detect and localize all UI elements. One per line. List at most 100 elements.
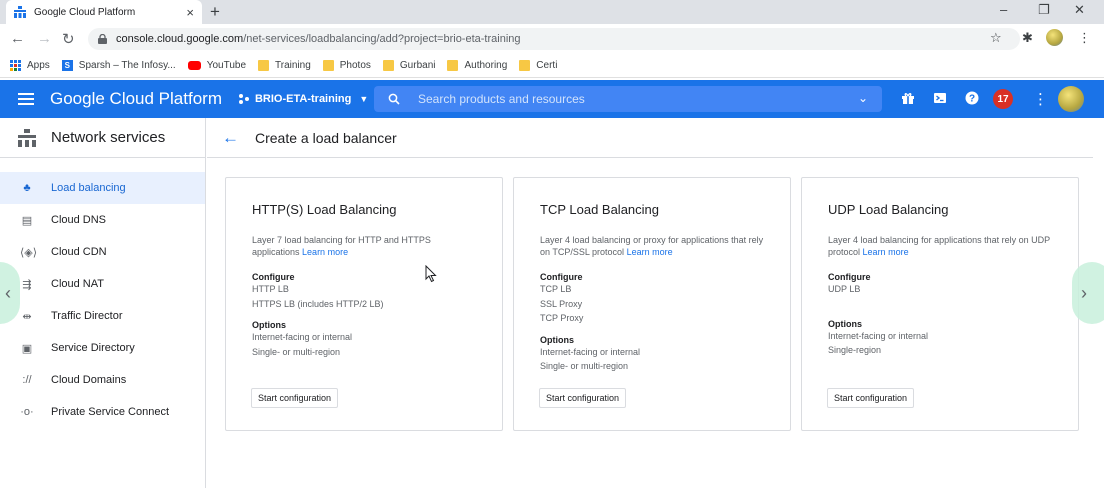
bookmark-photos[interactable]: Photos — [322, 60, 371, 71]
browser-menu-icon[interactable]: ⋮ — [1078, 30, 1091, 46]
minimize-icon[interactable]: – — [1000, 2, 1007, 17]
sidebar-item-cloud-domains[interactable]: :// Cloud Domains — [0, 364, 205, 396]
configure-heading: Configure — [252, 272, 295, 282]
browser-tab-bar: Google Cloud Platform × + – ❐ ✕ — [0, 0, 1104, 24]
browser-tab[interactable]: Google Cloud Platform × — [6, 0, 202, 24]
configure-heading: Configure — [540, 272, 583, 282]
extensions-icon[interactable]: ✱ — [1022, 30, 1033, 46]
gcp-title[interactable]: Google Cloud Platform — [50, 89, 222, 109]
sidebar-item-load-balancing[interactable]: ♣ Load balancing — [0, 172, 205, 204]
bookmark-star-icon[interactable]: ☆ — [990, 30, 1002, 46]
sidebar-item-cloud-nat[interactable]: ⇶ Cloud NAT — [0, 268, 205, 300]
back-nav-icon[interactable]: ← — [10, 30, 25, 47]
search-icon — [388, 93, 400, 105]
card-description: Layer 4 load balancing for applications … — [828, 234, 1052, 264]
configure-item: HTTPS LB (includes HTTP/2 LB) — [252, 298, 384, 309]
sidebar-item-service-directory[interactable]: ▣ Service Directory — [0, 332, 205, 364]
notifications-badge[interactable]: 17 — [993, 89, 1013, 109]
bookmark-authoring[interactable]: Authoring — [447, 60, 507, 71]
apps-grid-icon — [10, 60, 21, 71]
cdn-icon: ⟨◈⟩ — [20, 246, 38, 259]
bookmark-label: Training — [275, 60, 311, 71]
option-item: Single- or multi-region — [252, 346, 341, 357]
search-input[interactable]: Search products and resources ⌄ — [374, 86, 882, 112]
folder-icon — [258, 60, 269, 71]
reload-icon[interactable]: ↻ — [62, 30, 75, 48]
sidebar-item-label: Cloud DNS — [51, 214, 107, 226]
next-page-arrow-icon[interactable]: › — [1072, 262, 1104, 324]
network-services-icon — [18, 128, 36, 147]
sidebar-item-label: Cloud CDN — [51, 246, 107, 258]
tab-close-icon[interactable]: × — [186, 5, 194, 20]
url-host: console.cloud.google.com — [116, 33, 244, 45]
options-heading: Options — [828, 318, 862, 329]
sidebar-item-cloud-cdn[interactable]: ⟨◈⟩ Cloud CDN — [0, 236, 205, 268]
help-icon[interactable]: ? — [965, 91, 979, 105]
search-expand-icon[interactable]: ⌄ — [858, 91, 868, 105]
configure-item: TCP LB — [540, 284, 572, 294]
service-directory-icon: ▣ — [21, 342, 33, 355]
cloud-shell-icon[interactable] — [933, 91, 947, 105]
card-description: Layer 4 load balancing or proxy for appl… — [540, 234, 764, 264]
project-selector[interactable]: BRIO-ETA-training ▼ — [238, 93, 368, 105]
restore-icon[interactable]: ❐ — [1038, 2, 1050, 18]
bookmarks-bar: Apps S Sparsh – The Infosy... YouTube Tr… — [0, 54, 1104, 78]
option-item: Internet-facing or internal — [828, 330, 929, 341]
folder-icon — [382, 60, 394, 71]
dns-icon: ▤ — [21, 214, 33, 227]
profile-avatar[interactable] — [1046, 29, 1063, 46]
configure-item: SSL Proxy — [540, 298, 583, 309]
option-item: Internet-facing or internal — [540, 346, 641, 357]
avatar[interactable] — [1058, 86, 1084, 112]
new-tab-icon[interactable]: + — [210, 2, 220, 22]
card-desc-text: Layer 4 load balancing for applications … — [828, 235, 1050, 257]
hamburger-menu-icon[interactable] — [18, 90, 34, 108]
sidebar-item-label: Cloud NAT — [51, 278, 104, 290]
page-title: Create a load balancer — [255, 129, 397, 146]
bookmark-label: Photos — [339, 60, 371, 71]
close-window-icon[interactable]: ✕ — [1074, 2, 1085, 18]
sidebar-item-label: Traffic Director — [51, 310, 123, 322]
bookmark-label: Authoring — [464, 60, 508, 71]
bookmark-apps[interactable]: Apps — [10, 60, 50, 71]
sidebar-item-traffic-director[interactable]: ⇹ Traffic Director — [0, 300, 205, 332]
card-title: HTTP(S) Load Balancing — [252, 202, 397, 217]
more-options-icon[interactable]: ⋮ — [1033, 90, 1048, 108]
gift-icon[interactable] — [901, 91, 915, 105]
start-configuration-button[interactable]: Start configuration — [251, 388, 339, 408]
sparsh-icon: S — [61, 60, 73, 71]
folder-icon — [447, 60, 459, 71]
configure-item: UDP LB — [828, 284, 861, 294]
search-placeholder: Search products and resources — [418, 92, 585, 106]
sidebar-item-label: Load balancing — [51, 182, 126, 194]
bookmark-youtube[interactable]: YouTube — [187, 60, 246, 71]
project-dots-icon — [238, 94, 249, 104]
bookmark-certi[interactable]: Certi — [519, 60, 557, 71]
bookmark-sparsh[interactable]: S Sparsh – The Infosy... — [61, 60, 176, 71]
learn-more-link[interactable]: Learn more — [863, 247, 909, 257]
start-configuration-button[interactable]: Start configuration — [827, 388, 915, 408]
bookmark-gurbani[interactable]: Gurbani — [382, 60, 435, 71]
options-heading: Options — [252, 320, 286, 330]
url-bar[interactable]: console.cloud.google.com/net-services/lo… — [88, 28, 1020, 50]
learn-more-link[interactable]: Learn more — [627, 247, 673, 257]
option-item: Single- or multi-region — [540, 361, 629, 371]
tab-title: Google Cloud Platform — [34, 6, 136, 18]
sidebar-item-label: Private Service Connect — [51, 406, 169, 418]
sidebar-item-private-service-connect[interactable]: ·o· Private Service Connect — [0, 396, 205, 428]
folder-icon — [322, 60, 334, 71]
bookmark-label: Certi — [536, 60, 558, 71]
forward-nav-icon[interactable]: → — [37, 30, 52, 47]
learn-more-link[interactable]: Learn more — [302, 247, 348, 257]
bookmark-training[interactable]: Training — [258, 60, 311, 71]
back-arrow-icon[interactable]: ← — [222, 128, 239, 148]
address-row: ← → ↻ console.cloud.google.com/net-servi… — [0, 24, 1104, 54]
sidebar-item-cloud-dns[interactable]: ▤ Cloud DNS — [0, 204, 205, 236]
card-http-load-balancing: HTTP(S) Load Balancing Layer 7 load bala… — [225, 177, 503, 431]
url-path: /net-services/loadbalancing/add?project=… — [243, 33, 521, 45]
start-configuration-button[interactable]: Start configuration — [539, 388, 627, 408]
chevron-down-icon: ▼ — [359, 94, 369, 104]
page-header: ← Create a load balancer — [207, 118, 1093, 158]
configure-item: TCP Proxy — [540, 313, 584, 323]
option-item: Single-region — [828, 345, 882, 355]
